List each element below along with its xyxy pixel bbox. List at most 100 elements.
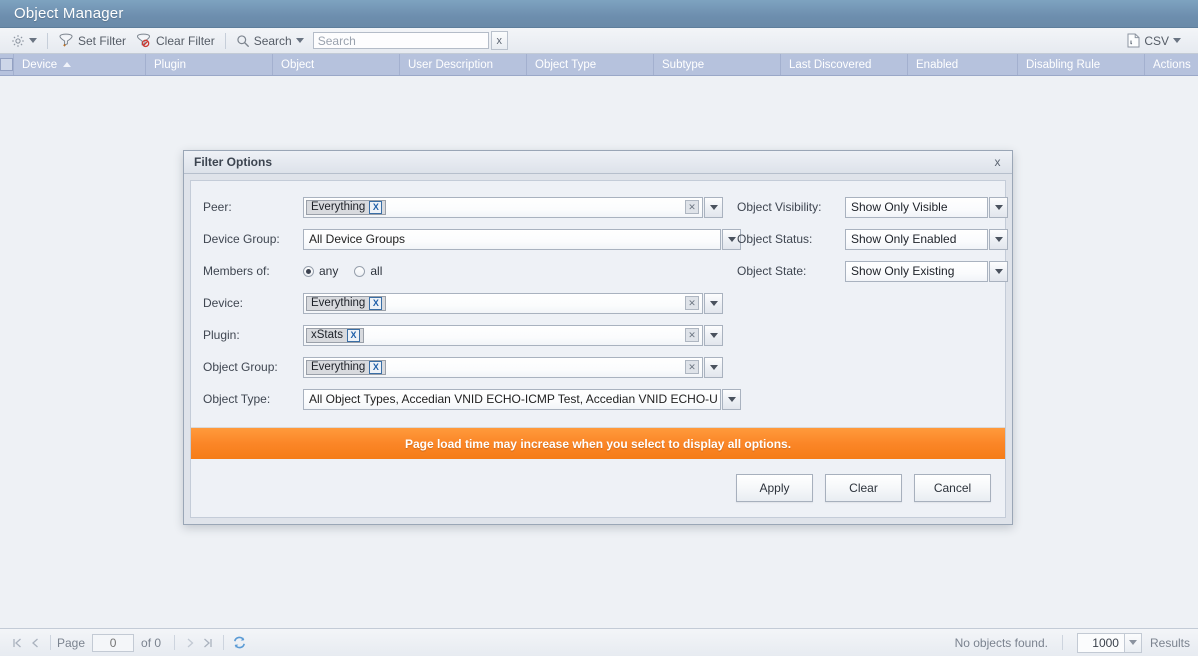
clear-field-icon[interactable]: ✕ [685,200,699,214]
page-number-input[interactable] [92,633,135,652]
clear-button[interactable]: Clear [825,474,902,502]
results-per-page-group: 1000 [1076,632,1142,653]
radio-option[interactable]: all [354,264,382,278]
grid-column-header-cell[interactable]: Enabled [908,54,1018,75]
chevron-down-icon [994,236,1003,242]
combo-field-group: Everything X ✕ [303,196,723,218]
search-input[interactable] [312,32,489,49]
field-label: Object State: [737,264,807,278]
grid-column-header-cell[interactable]: Device [14,54,146,75]
field-label: Device: [203,296,244,310]
radio-selected-icon [303,265,314,277]
combo-field[interactable]: xStats X ✕ [303,324,703,346]
combo-dropdown-button[interactable] [704,324,723,346]
remove-tag-icon[interactable]: X [369,296,383,310]
csv-label: CSV [1144,33,1169,48]
page-total-label: of 0 [141,635,162,650]
grid-column-label: Device [22,58,58,71]
set-filter-button[interactable]: Set Filter [53,32,131,49]
select-dropdown-button[interactable] [989,228,1008,250]
dialog-close-button[interactable]: x [989,154,1006,171]
filter-tag: Everything X [306,359,387,375]
refresh-icon [233,636,245,649]
grid-column-header-cell[interactable]: Last Discovered [781,54,908,75]
grid-column-header-cell[interactable]: Object [273,54,400,75]
set-filter-label: Set Filter [78,33,127,48]
chevron-down-icon [1173,38,1181,43]
grid-column-header-cell[interactable]: User Description [400,54,527,75]
combo-field[interactable]: Everything X ✕ [303,196,703,218]
radio-unselected-icon [354,265,366,277]
select-value[interactable]: Show Only Enabled [845,228,988,250]
chevron-down-icon [709,300,718,306]
remove-tag-icon[interactable]: X [369,200,383,214]
first-page-button[interactable] [8,634,26,652]
grid-column-label: Last Discovered [789,58,872,71]
csv-export-button[interactable]: CSV [1122,32,1186,49]
grid-column-header-cell[interactable]: Plugin [146,54,273,75]
grid-column-header-cell[interactable]: Subtype [654,54,781,75]
toolbar-right-group: CSV [1122,32,1192,49]
next-page-icon [187,638,194,647]
select-value[interactable]: Show Only Visible [845,196,988,218]
chevron-down-icon [709,332,718,338]
grid-column-header-cell[interactable]: Actions [1145,54,1198,75]
grid-column-header-cell[interactable]: Disabling Rule [1018,54,1145,75]
apply-button[interactable]: Apply [736,474,813,502]
search-menu-button[interactable]: Search [231,33,309,49]
search-clear-button[interactable]: x [490,31,508,50]
clear-field-icon[interactable]: ✕ [685,360,699,374]
combo-field[interactable]: Everything X ✕ [303,292,703,314]
grid-body-area: Filter Options x Peer: Everything X ✕ Device… [0,78,1198,628]
toolbar-divider-2 [224,32,226,49]
last-page-button[interactable] [199,634,217,652]
search-field-group: x [312,31,508,50]
combo-field-group: All Object Types, Accedian VNID ECHO-ICM… [303,388,741,410]
radio-label: all [370,264,383,278]
previous-page-button[interactable] [26,634,44,652]
next-page-button[interactable] [181,634,199,652]
clear-filter-button[interactable]: Clear Filter [131,32,220,49]
grid-column-header: Device Plugin Object User Description Object… [0,54,1198,76]
dialog-content: Peer: Everything X ✕ Device Group: All Device… [190,180,1008,518]
radio-option[interactable]: any [303,264,338,278]
select-dropdown-button[interactable] [989,260,1008,282]
select-all-checkbox[interactable] [0,54,14,75]
select-dropdown-button[interactable] [989,196,1008,218]
cancel-button[interactable]: Cancel [914,474,991,502]
last-page-icon [204,638,212,647]
results-count-value[interactable]: 1000 [1076,632,1125,653]
page-title: Object Manager [14,5,124,22]
filter-left-column: Peer: Everything X ✕ Device Group: All Device… [191,191,741,415]
combo-field[interactable]: Everything X ✕ [303,356,703,378]
field-label: Plugin: [203,328,240,342]
clear-field-icon[interactable]: ✕ [685,328,699,342]
filter-add-icon [58,33,74,48]
remove-tag-icon[interactable]: X [346,328,360,342]
clear-field-icon[interactable]: ✕ [685,296,699,310]
filter-field-row: Object Type: All Object Types, Accedian V… [203,383,741,415]
first-page-icon [13,638,21,647]
combo-dropdown-button[interactable] [704,292,723,314]
select-value[interactable]: Show Only Existing [845,260,988,282]
chevron-down-icon [29,38,37,43]
field-label: Object Visibility: [737,200,822,214]
filter-field-row: Object Group: Everything X ✕ [203,351,731,383]
refresh-button[interactable] [230,634,248,652]
grid-column-header-cell[interactable]: Object Type [527,54,654,75]
dialog-title: Filter Options [194,155,272,169]
dialog-button-row: Apply Clear Cancel [191,459,1005,517]
remove-tag-icon[interactable]: X [369,360,383,374]
chevron-down-icon [994,204,1003,210]
filter-tag-label: xStats [311,329,343,341]
results-count-dropdown-button[interactable] [1124,632,1142,653]
combo-dropdown-button[interactable] [704,356,723,378]
close-icon: x [496,34,502,47]
select-group: Show Only Existing [845,260,1008,282]
settings-menu-button[interactable] [6,33,42,49]
combo-dropdown-button[interactable] [704,196,723,218]
combo-field[interactable]: All Object Types, Accedian VNID ECHO-ICM… [303,388,721,410]
grid-column-label: Object [281,58,315,71]
combo-field[interactable]: All Device Groups [303,228,721,250]
result-status-text: No objects found. [954,635,1048,650]
